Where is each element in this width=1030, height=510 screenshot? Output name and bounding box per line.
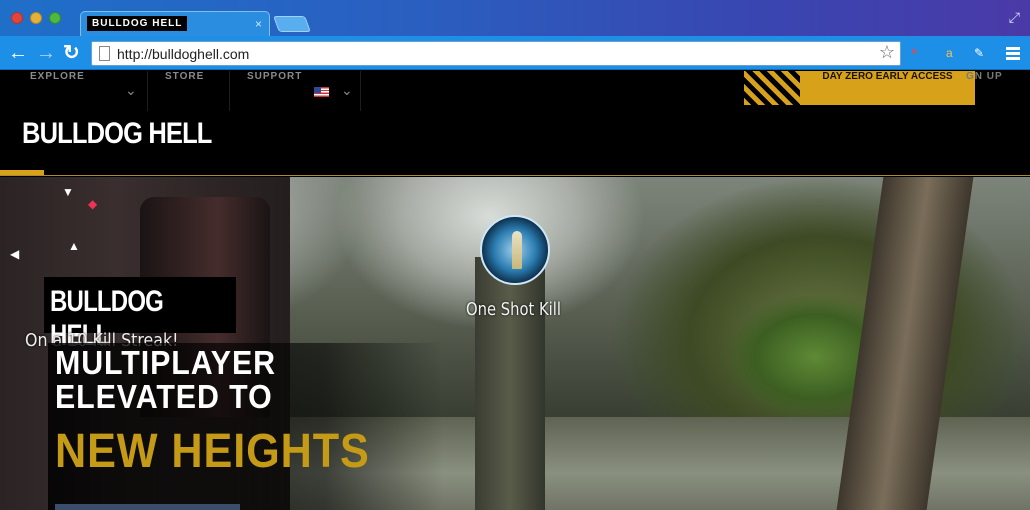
nav-support[interactable]: SUPPORT: [230, 71, 306, 111]
nav-store[interactable]: STORE: [148, 71, 230, 111]
day-zero-promo-button[interactable]: DAY ZERO EARLY ACCESS: [800, 71, 975, 105]
medal-label: One Shot Kill: [466, 299, 561, 320]
back-button[interactable]: ←: [8, 42, 28, 64]
window-maximize-button[interactable]: [49, 12, 61, 24]
hud-arrow-icon: ▲: [68, 239, 80, 253]
nav-explore-label: EXPLORE: [30, 71, 85, 82]
window-minimize-button[interactable]: [30, 12, 42, 24]
headline-line-2: ELEVATED TO: [55, 378, 273, 415]
browser-menu-icon[interactable]: [1006, 47, 1020, 62]
browser-toolbar: ← → ↻ http://bulldoghell.com ☆ e a ✎: [0, 36, 1030, 70]
amazon-icon[interactable]: a: [946, 46, 953, 60]
hero-logo-badge: BULLDOG HELL: [44, 277, 236, 352]
nav-store-label: STORE: [165, 71, 205, 82]
page-icon: [99, 46, 110, 61]
region-chevron-down-icon[interactable]: ⌄: [341, 71, 353, 109]
hud-marker-icon: ▼: [62, 185, 74, 199]
hero-tree-trunk: [475, 257, 545, 510]
resize-icon[interactable]: ⤢: [1009, 9, 1020, 26]
ebay-icon[interactable]: e: [912, 46, 917, 56]
bullet-icon: [512, 231, 522, 269]
hud-target-icon: ◆: [88, 197, 98, 211]
sign-up-link[interactable]: GN UP: [966, 71, 1003, 82]
address-url[interactable]: http://bulldoghell.com: [117, 46, 249, 62]
explore-chevron-down-icon[interactable]: ⌄: [125, 71, 137, 109]
tab-site-logo: BULLDOG HELL: [87, 16, 188, 31]
hero-bottom-strip: [55, 504, 240, 510]
reload-button[interactable]: ↻: [63, 42, 80, 64]
hud-pointer-icon: ◀: [10, 247, 20, 261]
site-logo[interactable]: BULLDOG HELL: [22, 117, 212, 151]
tool-icon[interactable]: ✎: [974, 46, 984, 60]
forward-button[interactable]: →: [36, 42, 56, 64]
address-bar[interactable]: http://bulldoghell.com ☆: [91, 41, 901, 66]
browser-titlebar: BULLDOG HELL × ⤢: [0, 0, 1030, 36]
new-tab-button[interactable]: [273, 16, 311, 32]
bookmark-star-icon[interactable]: ☆: [879, 42, 895, 63]
headline-line-3: NEW HEIGHTS: [55, 425, 370, 478]
one-shot-kill-medal-icon: [480, 215, 550, 285]
nav-active-indicator: [0, 170, 44, 175]
window-close-button[interactable]: [11, 12, 23, 24]
nav-support-label: SUPPORT: [247, 71, 303, 82]
tab-close-icon[interactable]: ×: [255, 17, 262, 31]
hero-banner: ▼ ◆ ▲ ◀ One Shot Kill BULLDOG HELL On a …: [0, 177, 1030, 510]
us-flag-icon: [314, 87, 329, 97]
headline-line-1: MULTIPLAYER: [55, 344, 276, 381]
browser-tab[interactable]: BULLDOG HELL ×: [80, 11, 270, 36]
promo-stripes: [744, 71, 804, 105]
promo-label: DAY ZERO EARLY ACCESS: [822, 71, 953, 82]
site-header: EXPLORE ⌄ STORE SUPPORT ⌄ DAY ZERO EARLY…: [0, 71, 1030, 176]
